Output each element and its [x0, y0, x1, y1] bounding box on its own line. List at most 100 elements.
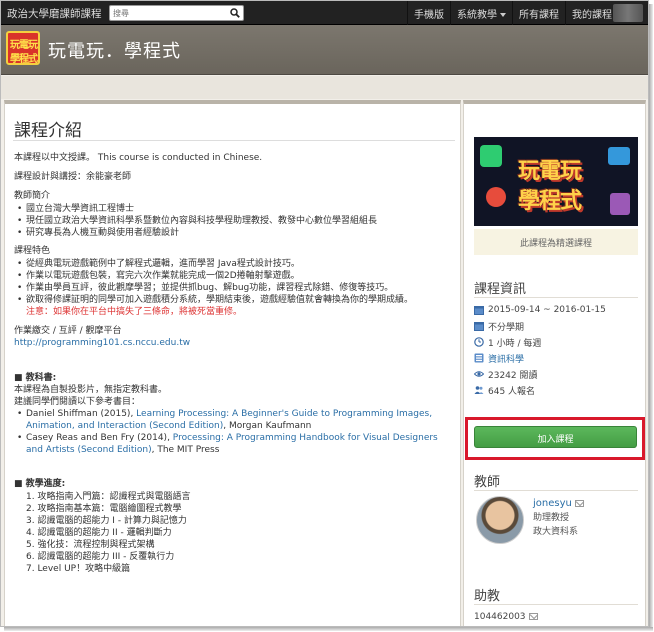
course-sidebar: 玩電玩 學程式 此課程為精選課程 課程資訊 2015-09-14 ~ 2016-… — [463, 100, 646, 626]
info-term-text: 不分學期 — [488, 322, 525, 333]
cover-title-bottom: 學程式 — [518, 189, 582, 214]
reference-list: Daniel Shiffman (2015), Learning Process… — [14, 408, 456, 456]
divider — [474, 604, 638, 605]
browser-screenshot: 政治大學磨課師課程 手機版 系統教學 所有課程 我的課程 玩電玩 學程式 玩電玩… — [0, 0, 649, 627]
reference-item: Casey Reas and Ben Fry (2014), Processin… — [14, 432, 456, 456]
cover-title-top: 玩電玩 — [518, 159, 582, 184]
course-cover-image: 玩電玩 學程式 — [474, 137, 638, 226]
info-dates-text: 2015-09-14 ~ 2016-01-15 — [488, 305, 606, 315]
course-info-list: 2015-09-14 ~ 2016-01-15 不分學期 1 小時 / 每週 資… — [474, 302, 642, 398]
list-item: 研究專長為人機互動與使用者經驗設計 — [14, 227, 456, 239]
mail-icon[interactable] — [528, 613, 538, 620]
teacher-card: jonesyu 助理教授 政大資科系 — [533, 497, 584, 539]
progress-item: 2. 攻略指南基本篇：電腦繪圖程式教學 — [26, 504, 182, 514]
list-item: 作業以電玩遊戲包裝，寫完六次作業就能完成一個2D捲軸射擊遊戲。 — [14, 270, 456, 282]
progress-item: 7. Level UP！攻略中級篇 — [26, 564, 131, 574]
list-item: 作業由學員互評，彼此觀摩學習；並提供抓bug、解bug功能，課習程式除錯、修復等… — [14, 282, 456, 294]
progress-item: 6. 認識電腦的超能力 III - 反覆執行力 — [26, 552, 175, 562]
clock-icon — [474, 337, 484, 347]
nav-my-courses[interactable]: 我的課程 — [565, 1, 618, 25]
search-icon[interactable] — [230, 8, 240, 18]
divider — [13, 140, 455, 141]
teacher-role: 助理教授 — [533, 513, 570, 523]
textbook-heading: ■ 教科書: — [14, 373, 57, 383]
reference-author: Casey Reas and Ben Fry (2014), — [26, 433, 173, 443]
teacher-department: 政大資科系 — [533, 527, 579, 537]
course-info-heading: 課程資訊 — [474, 282, 527, 297]
chevron-down-icon — [500, 13, 506, 17]
teacher-intro-heading: 教師簡介 — [14, 191, 51, 201]
teacher-intro-list: 國立台灣大學資訊工程博士 現任國立政治大學資訊科學系暨數位內容與科技學程助理教授… — [14, 203, 456, 239]
reference-publisher: , Morgan Kaufmann — [223, 421, 312, 431]
nav-links: 手機版 系統教學 所有課程 我的課程 — [407, 1, 618, 25]
cover-decoration — [608, 147, 630, 165]
divider — [474, 490, 638, 491]
warning-note: 注意：如果你在平台中搞失了三條命，將被死當重修。 — [26, 307, 243, 317]
mail-icon[interactable] — [574, 500, 584, 507]
search-box[interactable] — [109, 5, 244, 21]
info-hours: 1 小時 / 每週 — [474, 334, 642, 350]
progress-item: 5. 強化技：流程控制與程式架構 — [26, 540, 155, 550]
ta-entry: 104462003 — [474, 612, 538, 622]
reference-item: Daniel Shiffman (2015), Learning Process… — [14, 408, 456, 432]
list-item: 從經典電玩遊戲範例中了解程式邏輯，進而學習 Java程式設計技巧。 — [14, 258, 456, 270]
reference-intro: 建議同學們閱讀以下參考書目： — [14, 397, 141, 407]
calendar-icon — [474, 306, 484, 315]
course-intro-panel: 課程介紹 本課程以中文授課。 This course is conducted … — [4, 100, 461, 626]
info-enrolled-text: 645 人報名 — [488, 386, 536, 397]
progress-item: 4. 認識電腦的超能力 II - 邏輯判斷力 — [26, 528, 172, 538]
platform-link[interactable]: http://programming101.cs.nccu.edu.tw — [14, 338, 190, 348]
nav-all-courses[interactable]: 所有課程 — [512, 1, 565, 25]
course-logo[interactable]: 玩電玩 學程式 — [6, 31, 40, 65]
progress-item: 3. 認識電腦的超能力 I - 計算力與記憶力 — [26, 516, 187, 526]
logo-text-bottom: 學程式 — [10, 54, 38, 65]
course-description: 本課程以中文授課。 This course is conducted in Ch… — [14, 152, 456, 575]
info-dates: 2015-09-14 ~ 2016-01-15 — [474, 302, 642, 318]
reference-publisher: , The MIT Press — [151, 445, 220, 455]
list-item: 欲取得修課証明的同學可加入遊戲積分系統，學期結束後，遊戲經驗值就會轉換為你的學期… — [14, 294, 456, 306]
site-brand[interactable]: 政治大學磨課師課程 — [7, 6, 102, 21]
search-input[interactable] — [110, 6, 220, 20]
nav-system-help-label: 系統教學 — [457, 10, 497, 21]
ta-id[interactable]: 104462003 — [474, 612, 526, 622]
join-course-button[interactable]: 加入課程 — [474, 426, 637, 448]
category-icon — [474, 353, 484, 363]
featured-badge: 此課程為精選課程 — [474, 229, 638, 255]
textbook-note: 本課程為自製投影片，無指定教科書。 — [14, 385, 168, 395]
users-icon — [474, 386, 484, 394]
header-strip — [1, 76, 648, 99]
reference-author: Daniel Shiffman (2015), — [26, 409, 137, 419]
cover-decoration — [480, 145, 502, 167]
info-views: 23242 閱讀 — [474, 366, 642, 382]
course-title[interactable]: 玩電玩．學程式 — [48, 37, 181, 63]
ta-heading: 助教 — [474, 589, 501, 604]
course-header: 玩電玩 學程式 玩電玩．學程式 — [1, 25, 648, 75]
progress-list: 1. 攻略指南入門篇：認識程式與電腦語言 2. 攻略指南基本篇：電腦繪圖程式教學… — [14, 491, 456, 575]
info-category: 資訊科學 — [474, 350, 642, 366]
features-heading: 課程特色 — [14, 246, 51, 256]
user-menu[interactable] — [613, 4, 643, 22]
divider — [474, 297, 638, 298]
nav-mobile[interactable]: 手機版 — [407, 1, 450, 25]
frame-shadow — [649, 4, 653, 629]
teacher-avatar[interactable] — [476, 496, 524, 544]
page-title: 課程介紹 — [14, 121, 82, 141]
calendar-icon — [474, 322, 484, 331]
nav-system-help[interactable]: 系統教學 — [450, 1, 512, 25]
platform-label: 作業繳交 / 互評 / 觀摩平台 — [14, 326, 122, 336]
logo-text-top: 玩電玩 — [10, 40, 38, 51]
info-term: 不分學期 — [474, 318, 642, 334]
eye-icon — [474, 371, 484, 377]
teacher-name-link[interactable]: jonesyu — [533, 498, 572, 509]
language-note: 本課程以中文授課。 This course is conducted in Ch… — [14, 153, 263, 163]
list-item: 國立台灣大學資訊工程博士 — [14, 203, 456, 215]
progress-item: 1. 攻略指南入門篇：認識程式與電腦語言 — [26, 492, 191, 502]
features-list: 從經典電玩遊戲範例中了解程式邏輯，進而學習 Java程式設計技巧。 作業以電玩遊… — [14, 258, 456, 306]
list-item: 現任國立政治大學資訊科學系暨數位內容與科技學程助理教授、教發中心數位學習組組長 — [14, 215, 456, 227]
teacher-heading: 教師 — [474, 475, 501, 490]
designer-line: 課程設計與講授：余能豪老師 — [14, 172, 132, 182]
info-category-link[interactable]: 資訊科學 — [488, 352, 524, 365]
frame-shadow — [4, 627, 653, 631]
cover-decoration — [610, 193, 630, 215]
info-enrolled: 645 人報名 — [474, 382, 642, 398]
